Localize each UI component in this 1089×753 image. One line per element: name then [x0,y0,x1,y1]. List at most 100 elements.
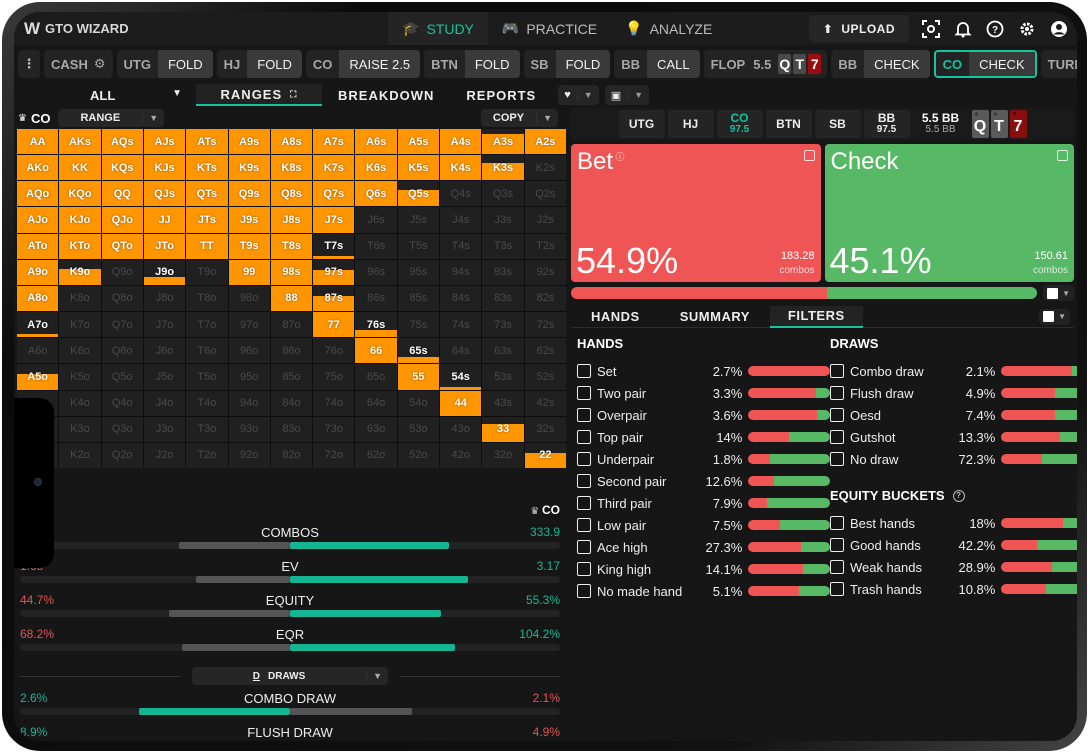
hand-cell[interactable]: 66 [355,338,397,364]
hand-cell[interactable]: 96o [228,338,270,364]
action-utg[interactable]: UTG FOLD [116,50,213,78]
hand-cell[interactable]: 98o [228,285,270,312]
hand-cell[interactable]: Q8s [270,181,313,207]
layout-dropdown[interactable]: ▣ ▼ [604,85,650,105]
hand-cell[interactable]: 76s [355,312,397,338]
filter-checkbox[interactable] [577,364,591,378]
hand-cell[interactable]: A8s [270,129,313,155]
tab-reports[interactable]: REPORTS [450,84,552,106]
hand-cell[interactable]: T5s [397,233,440,259]
hand-cell[interactable]: 98s [270,259,313,285]
action-flop-bb[interactable]: BB CHECK [831,50,930,78]
filter-checkbox[interactable] [577,584,591,598]
hand-cell[interactable]: A4s [440,129,482,155]
filter-row[interactable]: Flush draw 4.9% [830,382,1077,404]
hand-cell[interactable]: 74o [313,390,355,416]
hand-cell[interactable]: 43o [440,416,482,442]
hand-cell[interactable]: KQs [101,155,143,181]
filter-row[interactable]: Good hands 42.2% [830,534,1077,556]
hand-cell[interactable]: K4s [440,155,482,181]
hand-cell[interactable]: 76o [313,338,355,364]
tab-breakdown[interactable]: BREAKDOWN [322,84,450,106]
hand-cell[interactable]: 92o [228,442,270,468]
bell-icon[interactable] [953,19,973,39]
hand-cell[interactable]: 64s [440,338,482,364]
copy-button[interactable]: COPY ▼ [480,109,558,127]
hand-cell[interactable]: 54o [397,390,440,416]
filter-checkbox[interactable] [577,540,591,554]
filter-row[interactable]: Trash hands 10.8% [830,578,1077,600]
filter-checkbox[interactable] [577,386,591,400]
hand-cell[interactable]: 32o [482,442,524,468]
hand-cell[interactable]: 74s [440,312,482,338]
hand-cell[interactable]: KJo [59,207,101,233]
hand-cell[interactable]: Q3s [482,181,524,207]
hand-cell[interactable]: Q5s [397,181,440,207]
hand-cell[interactable]: J2s [524,207,566,233]
hand-cell[interactable]: Q3o [101,416,143,442]
more-menu-button[interactable]: ⋮ [18,50,40,78]
filter-row[interactable]: Underpair 1.8% [577,448,830,470]
hand-cell[interactable]: 97s [313,259,355,285]
filter-checkbox[interactable] [830,386,844,400]
hand-cell[interactable]: 96s [355,259,397,285]
action-bb[interactable]: BB CALL [614,50,700,78]
upload-button[interactable]: ⬆ UPLOAD [808,15,909,42]
hand-cell[interactable]: J5s [397,207,440,233]
hand-cell[interactable]: KK [59,155,101,181]
hand-cell[interactable]: 86o [270,338,313,364]
hand-cell[interactable]: 84o [270,390,313,416]
filter-row[interactable]: Ace high 27.3% [577,536,830,558]
hand-cell[interactable]: 95o [228,364,270,390]
hand-cell[interactable]: 65s [397,338,440,364]
hand-cell[interactable]: J2o [143,442,186,468]
filter-checkbox[interactable] [830,364,844,378]
hand-cell[interactable]: QJs [143,181,186,207]
filter-checkbox[interactable] [577,562,591,576]
hand-cell[interactable]: 84s [440,285,482,312]
filter-row[interactable]: Overpair 3.6% [577,404,830,426]
action-card-bet[interactable]: Bet ⓘ 54.9% 183.28 combos [571,144,821,282]
filter-checkbox[interactable] [830,560,844,574]
hand-cell[interactable]: 93s [482,259,524,285]
hand-cell[interactable]: K5o [59,364,101,390]
hand-cell[interactable]: T2s [524,233,566,259]
hand-cell[interactable]: J5o [143,364,186,390]
hand-cell[interactable]: 82s [524,285,566,312]
hand-cell[interactable]: 93o [228,416,270,442]
hand-cell[interactable]: 64o [355,390,397,416]
filter-row[interactable]: Weak hands 28.9% [830,556,1077,578]
hand-cell[interactable]: 94o [228,390,270,416]
details-icon[interactable] [803,150,815,161]
hand-cell[interactable]: 99 [228,259,270,285]
hand-cell[interactable]: 32s [524,416,566,442]
display-mode-dropdown[interactable]: ▼ [1043,285,1074,301]
hand-cell[interactable]: A6s [355,129,397,155]
hand-cell[interactable]: AQs [101,129,143,155]
hand-cell[interactable]: Q9s [228,181,270,207]
hand-cell[interactable]: T4o [186,390,228,416]
hand-cell[interactable]: K5s [397,155,440,181]
hand-cell[interactable]: J4s [440,207,482,233]
hand-cell[interactable]: Q9o [101,259,143,285]
tab-ranges[interactable]: RANGES ⛶ [196,84,322,106]
hand-cell[interactable]: KTs [186,155,228,181]
hand-cell[interactable]: 42s [524,390,566,416]
turn-street-button[interactable]: TURN› [1040,50,1077,78]
position-bb[interactable]: BB 97.5 [863,110,910,138]
filter-checkbox[interactable] [830,582,844,596]
filter-mode-dropdown[interactable]: ▼ [1039,308,1070,325]
hand-cell[interactable]: K2o [59,442,101,468]
game-type-button[interactable]: CASH ⚙ [44,50,113,78]
hand-cell[interactable]: Q8o [101,285,143,312]
hand-cell[interactable]: 95s [397,259,440,285]
flop-street-button[interactable]: FLOP 5.5 Q T 7 [703,50,828,78]
action-btn[interactable]: BTN FOLD [424,50,520,78]
hand-cell[interactable]: T8s [270,233,313,259]
hand-cell[interactable]: K4o [59,390,101,416]
hand-cell[interactable]: 73s [482,312,524,338]
nav-tab-study[interactable]: 🎓 STUDY [388,12,488,45]
hand-cell[interactable]: AKs [59,129,101,155]
hand-cell[interactable]: AQo [17,181,59,207]
position-co[interactable]: CO 97.5 [716,110,763,138]
